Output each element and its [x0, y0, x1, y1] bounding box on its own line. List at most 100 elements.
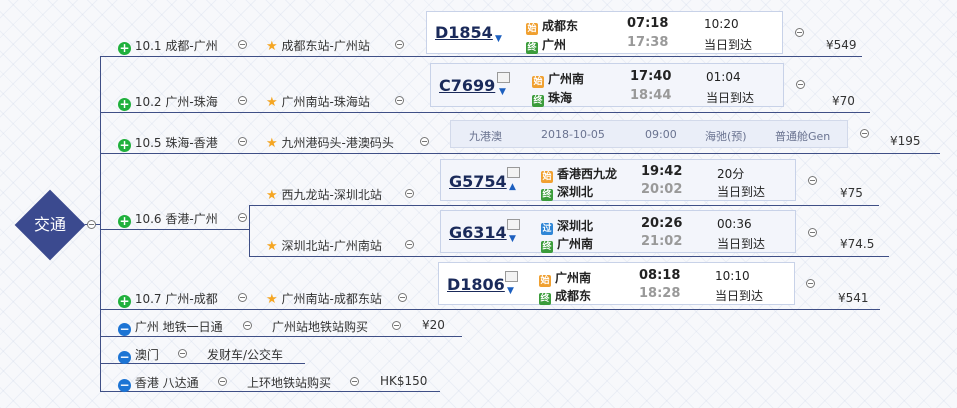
segment-5-collapse-icon[interactable] [398, 293, 407, 302]
expand-icon[interactable]: + [118, 42, 131, 55]
dep-station: 始广州南 [532, 70, 584, 88]
arr-time: 18:44 [630, 88, 672, 103]
arr-station-name: 深圳北 [557, 185, 594, 199]
train-card-g6314[interactable]: G6314 ▼ 过深圳北 终广州南 20:26 21:02 00:36 当日到达 [440, 210, 796, 253]
metro-1-collapse-icon[interactable] [243, 321, 252, 330]
train-card-g5754[interactable]: G5754 ▲ 始香港西九龙 终深圳北 19:42 20:02 20分 当日到达 [440, 159, 796, 201]
expand-icon[interactable]: + [118, 215, 131, 228]
dep-station: 始成都东 [526, 17, 578, 35]
segment-1-collapse-icon[interactable] [395, 40, 404, 49]
train-1-price: ¥549 [826, 38, 857, 52]
train-code[interactable]: G6314 [449, 223, 507, 242]
metro-3-collapse-icon[interactable] [218, 377, 227, 386]
expand-arrow-icon[interactable]: ▲ [509, 182, 516, 192]
train-card-d1806[interactable]: D1806 ▼ 始广州南 终成都东 08:18 18:28 10:10 当日到达 [438, 262, 795, 305]
row-4-label[interactable]: + 10.6 香港-广州 [118, 210, 218, 228]
ticket-doc-icon[interactable] [497, 72, 510, 83]
row-5-collapse-icon[interactable] [238, 293, 247, 302]
segment-3[interactable]: ★ 九州港码头-港澳码头 [266, 134, 394, 151]
arr-station: 终珠海 [532, 89, 572, 107]
ticket-doc-icon[interactable] [507, 167, 520, 178]
metro-3-note-collapse-icon[interactable] [350, 377, 359, 386]
segment-4a-collapse-icon[interactable] [405, 189, 414, 198]
arrival-day: 当日到达 [715, 289, 764, 303]
row-label-text: 10.1 成都-广州 [134, 39, 218, 53]
dep-station-name: 广州南 [555, 271, 592, 285]
start-badge-icon: 始 [526, 23, 538, 35]
arr-station: 终广州南 [541, 235, 593, 253]
ferry-collapse-icon[interactable] [860, 129, 869, 138]
trunk-line [100, 56, 101, 392]
row-1-label[interactable]: + 10.1 成都-广州 [118, 37, 218, 55]
duration: 00:36 [717, 217, 752, 231]
segment-2-collapse-icon[interactable] [395, 96, 404, 105]
row-line-3 [100, 153, 940, 154]
train-4-collapse-icon[interactable] [808, 228, 817, 237]
train-card-d1854[interactable]: D1854 ▼ 始成都东 终广州 07:18 17:38 10:20 当日到达 [426, 11, 783, 54]
collapse-minus-icon[interactable]: − [118, 351, 131, 364]
train-code[interactable]: D1806 [447, 275, 505, 294]
metro-row-1[interactable]: − 广州 地铁一日通 [118, 318, 223, 336]
arrival-day: 当日到达 [706, 91, 755, 105]
root-node[interactable]: 交通 [14, 189, 86, 261]
expand-icon[interactable]: + [118, 98, 131, 111]
train-1-collapse-icon[interactable] [795, 28, 804, 37]
end-badge-icon: 终 [539, 293, 551, 305]
row-2-label[interactable]: + 10.2 广州-珠海 [118, 93, 218, 111]
train-5-price: ¥541 [838, 291, 869, 305]
ticket-doc-icon[interactable] [507, 219, 520, 230]
train-code[interactable]: D1854 [435, 23, 493, 42]
arr-station-name: 广州南 [557, 237, 594, 251]
arr-time: 18:28 [639, 286, 681, 301]
ferry-date: 2018-10-05 [541, 128, 605, 141]
segment-4b-collapse-icon[interactable] [405, 240, 414, 249]
arr-station: 终广州 [526, 36, 566, 54]
segment-text: 西九龙站-深圳北站 [281, 188, 382, 202]
expand-arrow-icon[interactable]: ▼ [499, 87, 506, 97]
segment-5[interactable]: ★ 广州南站-成都东站 [266, 290, 382, 307]
metro-2-collapse-icon[interactable] [178, 349, 187, 358]
arr-time: 21:02 [641, 234, 683, 249]
duration: 10:10 [715, 269, 750, 283]
row-4-sub-line-b [249, 256, 889, 257]
row-3-label[interactable]: + 10.5 珠海-香港 [118, 134, 218, 152]
segment-4b[interactable]: ★ 深圳北站-广州南站 [266, 237, 382, 254]
metro-3-price: HK$150 [380, 374, 428, 388]
train-2-collapse-icon[interactable] [796, 80, 805, 89]
metro-1-note-collapse-icon[interactable] [392, 321, 401, 330]
ticket-doc-icon[interactable] [505, 271, 518, 282]
segment-text: 深圳北站-广州南站 [281, 239, 382, 253]
dep-time: 19:42 [641, 164, 683, 179]
segment-4a[interactable]: ★ 西九龙站-深圳北站 [266, 186, 382, 203]
train-code[interactable]: C7699 [439, 76, 495, 95]
collapse-minus-icon[interactable]: − [118, 323, 131, 336]
segment-1[interactable]: ★ 成都东站-广州站 [266, 37, 370, 54]
train-5-collapse-icon[interactable] [806, 279, 815, 288]
pass-badge-icon: 过 [541, 223, 553, 235]
expand-arrow-icon[interactable]: ▼ [509, 234, 516, 244]
expand-icon[interactable]: + [118, 295, 131, 308]
row-4-collapse-icon[interactable] [238, 213, 247, 222]
row-5-label[interactable]: + 10.7 广州-成都 [118, 290, 218, 308]
segment-3-collapse-icon[interactable] [420, 137, 429, 146]
train-card-c7699[interactable]: C7699 ▼ 始广州南 终珠海 17:40 18:44 01:04 当日到达 [430, 63, 784, 107]
metro-row-2[interactable]: − 澳门 [118, 346, 159, 364]
row-2-collapse-icon[interactable] [238, 96, 247, 105]
metro-1-note: 广州站地铁站购买 [272, 320, 369, 334]
row-line-2 [100, 112, 870, 113]
expand-arrow-icon[interactable]: ▼ [495, 34, 502, 44]
row-3-collapse-icon[interactable] [238, 137, 247, 146]
ferry-card[interactable]: 九港澳 2018-10-05 09:00 海弛(预) 普通舱Gen [450, 120, 848, 148]
metro-row-3[interactable]: − 香港 八达通 [118, 374, 199, 392]
root-collapse-icon[interactable] [87, 220, 96, 229]
dep-time: 08:18 [639, 268, 681, 283]
train-code[interactable]: G5754 [449, 172, 507, 191]
row-1-collapse-icon[interactable] [238, 40, 247, 49]
train-3-collapse-icon[interactable] [808, 176, 817, 185]
dep-station-name: 香港西九龙 [557, 167, 618, 181]
collapse-minus-icon[interactable]: − [118, 379, 131, 392]
segment-2[interactable]: ★ 广州南站-珠海站 [266, 93, 370, 110]
segment-text: 广州南站-成都东站 [281, 292, 382, 306]
expand-icon[interactable]: + [118, 139, 131, 152]
expand-arrow-icon[interactable]: ▼ [507, 286, 514, 296]
